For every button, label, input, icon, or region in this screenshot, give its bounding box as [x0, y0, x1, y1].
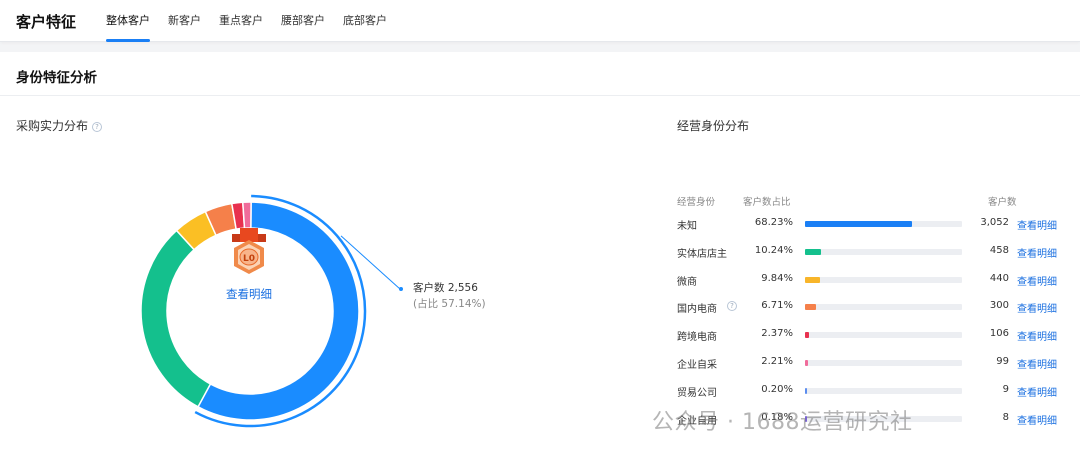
- identity-share: 10.24%: [754, 244, 793, 256]
- identity-share: 68.23%: [754, 217, 793, 228]
- identity-name: 跨境电商: [677, 332, 717, 344]
- top-bar: 客户特征 整体客户 新客户 重点客户 腰部客户 底部客户: [0, 0, 1080, 42]
- table-row: 实体店店主 10.24% 458 查看明细: [677, 243, 1077, 261]
- header-count: 客户数: [988, 197, 1017, 208]
- leader-dot: [399, 287, 403, 291]
- share-bar-track: [805, 304, 962, 311]
- share-bar-track: [805, 248, 962, 255]
- tab-key-customers[interactable]: 重点客户: [219, 0, 263, 42]
- view-details-link[interactable]: 查看明细: [1017, 356, 1057, 371]
- view-details-link[interactable]: 查看明细: [1017, 217, 1057, 232]
- identity-share: 0.20%: [761, 383, 793, 395]
- identity-count: 458: [989, 244, 1009, 256]
- share-bar-fill: [805, 387, 807, 394]
- identity-share: 9.84%: [761, 272, 793, 284]
- identity-count: 300: [989, 300, 1009, 312]
- share-bar-track: [805, 276, 962, 283]
- header-share: 客户数占比: [743, 197, 791, 208]
- tooltip-share: (占比 57.14%): [413, 298, 486, 310]
- share-bar-fill: [805, 332, 809, 339]
- identity-count: 440: [989, 272, 1009, 284]
- view-details-link[interactable]: 查看明细: [1017, 300, 1057, 315]
- identity-name: 国内电商: [677, 304, 717, 316]
- table-row: 贸易公司 0.20% 9 查看明细: [677, 382, 1077, 400]
- identity-share: 2.37%: [761, 328, 793, 340]
- view-details-link[interactable]: 查看明细: [1017, 245, 1057, 260]
- question-circle-icon[interactable]: ?: [727, 301, 737, 312]
- business-identity-title: 经营身份分布: [677, 119, 750, 133]
- tab-all-customers[interactable]: 整体客户: [106, 0, 150, 42]
- view-details-link[interactable]: 查看明细: [1017, 328, 1057, 343]
- view-details-link[interactable]: 查看明细: [226, 286, 272, 302]
- share-bar-track: [805, 360, 962, 366]
- customer-tabs: 整体客户 新客户 重点客户 腰部客户 底部客户: [106, 0, 405, 42]
- view-details-link[interactable]: 查看明细: [1017, 412, 1057, 427]
- table-row: 未知 68.23% 3,052 查看明细: [677, 215, 1077, 233]
- tooltip-customer-count: 客户数 2,556: [413, 282, 478, 294]
- share-bar-track: [805, 221, 962, 227]
- tab-new-customers[interactable]: 新客户: [168, 0, 201, 42]
- share-bar-track: [805, 332, 962, 339]
- badge-label: L0: [243, 254, 255, 264]
- table-row: 微商 9.84% 440 查看明细: [677, 271, 1077, 289]
- share-bar-fill: [805, 276, 821, 283]
- share-bar-fill: [805, 248, 822, 255]
- watermark: 公众号 · 1688运营研究社: [652, 410, 913, 435]
- table-row: 跨境电商 2.37% 106 查看明细: [677, 326, 1077, 344]
- share-bar-fill: [805, 221, 913, 227]
- header-identity: 经营身份: [677, 197, 716, 208]
- share-bar-track: [805, 387, 962, 394]
- identity-name: 微商: [677, 276, 697, 288]
- identity-count: 8: [1002, 411, 1009, 423]
- table-row: 国内电商? 6.71% 300 查看明细: [677, 298, 1077, 316]
- tab-mid-customers[interactable]: 腰部客户: [281, 0, 325, 42]
- donut-slice-5[interactable]: [241, 201, 252, 229]
- identity-count: 106: [989, 328, 1009, 340]
- share-bar-fill: [805, 360, 809, 366]
- identity-name: 企业自采: [677, 360, 717, 371]
- identity-count: 3,052: [980, 217, 1009, 228]
- identity-share: 6.71%: [761, 300, 793, 312]
- tab-bottom-customers[interactable]: 底部客户: [343, 0, 387, 42]
- view-details-link[interactable]: 查看明细: [1017, 384, 1057, 399]
- donut-slice-1[interactable]: [140, 229, 212, 408]
- table-row: 企业自采 2.21% 99 查看明细: [677, 354, 1077, 372]
- identity-share: 2.21%: [761, 356, 793, 367]
- page-title: 客户特征: [16, 13, 77, 31]
- identity-count: 99: [996, 356, 1009, 367]
- identity-count: 9: [1002, 383, 1009, 395]
- identity-analysis-card: 身份特征分析 采购实力分布? 经营身份分布 L0 查看明细 客户数 2,556 …: [0, 52, 1080, 464]
- identity-name: 实体店店主: [677, 248, 727, 260]
- identity-name: 贸易公司: [677, 387, 717, 399]
- view-details-link[interactable]: 查看明细: [1017, 273, 1057, 288]
- identity-name: 未知: [677, 221, 697, 232]
- table-header: 经营身份 客户数占比 客户数: [677, 194, 1077, 208]
- share-bar-fill: [805, 304, 816, 311]
- medal-l0-icon: L0: [232, 228, 266, 274]
